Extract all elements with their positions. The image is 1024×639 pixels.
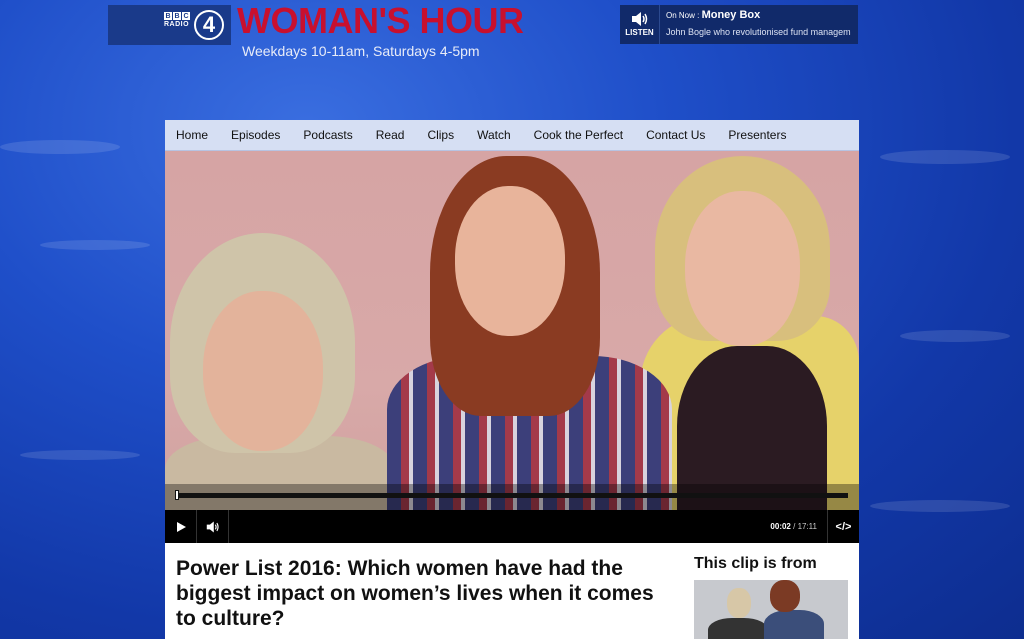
presenter-figure: [455, 186, 565, 336]
main-nav: Home Episodes Podcasts Read Clips Watch …: [165, 120, 859, 151]
bbc-letter: C: [182, 12, 190, 20]
station-number: 4: [194, 10, 224, 40]
show-title[interactable]: WOMAN'S HOUR: [237, 0, 524, 42]
nav-item-clips[interactable]: Clips: [427, 128, 454, 142]
progress-bar[interactable]: [175, 493, 848, 498]
volume-button[interactable]: [197, 510, 229, 543]
play-icon: [176, 521, 186, 532]
on-now-prefix: On Now :: [666, 11, 702, 20]
water-ripple: [0, 140, 120, 154]
clip-content: Power List 2016: Which women have had th…: [165, 543, 859, 639]
video-player[interactable]: 00:02 / 17:11 </>: [165, 151, 859, 543]
nav-item-home[interactable]: Home: [176, 128, 208, 142]
water-ripple: [880, 150, 1010, 164]
thumbnail-figure: [727, 588, 751, 618]
on-now-panel[interactable]: LISTEN On Now : Money Box John Bogle who…: [620, 5, 858, 44]
time-separator: /: [790, 522, 798, 531]
current-time: 00:02: [770, 522, 791, 531]
water-ripple: [900, 330, 1010, 342]
nav-item-episodes[interactable]: Episodes: [231, 128, 280, 142]
water-ripple: [40, 240, 150, 250]
clip-title: Power List 2016: Which women have had th…: [176, 557, 654, 630]
bbc-letter: B: [164, 12, 172, 20]
presenter-figure: [685, 191, 800, 346]
episode-thumbnail[interactable]: [694, 580, 848, 639]
play-button[interactable]: [165, 510, 197, 543]
thumbnail-figure: [770, 580, 800, 612]
on-now-programme: Money Box: [701, 9, 761, 21]
speaker-icon: [631, 12, 647, 26]
speaker-icon: [206, 521, 219, 532]
radio4-logo[interactable]: B B C RADIO 4: [108, 5, 231, 45]
nav-item-read[interactable]: Read: [376, 128, 405, 142]
progress-handle[interactable]: [175, 490, 179, 500]
time-display: 00:02 / 17:11: [770, 522, 817, 531]
radio-word: RADIO: [164, 21, 190, 28]
show-schedule: Weekdays 10-11am, Saturdays 4-5pm: [242, 43, 480, 59]
embed-button[interactable]: </>: [827, 510, 859, 543]
bbc-letter: B: [173, 12, 181, 20]
nav-item-contact-us[interactable]: Contact Us: [646, 128, 705, 142]
player-controls: 00:02 / 17:11 </>: [165, 510, 859, 543]
nav-item-podcasts[interactable]: Podcasts: [303, 128, 352, 142]
duration: 17:11: [797, 522, 817, 531]
thumbnail-figure: [764, 610, 824, 639]
sidebar-title: This clip is from: [694, 555, 817, 572]
nav-item-cook-the-perfect[interactable]: Cook the Perfect: [534, 128, 623, 142]
water-ripple: [20, 450, 140, 460]
nav-item-watch[interactable]: Watch: [477, 128, 511, 142]
water-ripple: [870, 500, 1010, 512]
on-now-info[interactable]: On Now : Money Box John Bogle who revolu…: [660, 5, 857, 44]
presenter-figure: [203, 291, 323, 451]
nav-item-presenters[interactable]: Presenters: [728, 128, 786, 142]
listen-label: LISTEN: [625, 28, 654, 37]
listen-button[interactable]: LISTEN: [620, 5, 660, 44]
on-now-description: John Bogle who revolutionised fund manag…: [666, 27, 851, 37]
thumbnail-figure: [708, 618, 768, 639]
bbc-radio-mark: B B C RADIO: [164, 12, 190, 28]
